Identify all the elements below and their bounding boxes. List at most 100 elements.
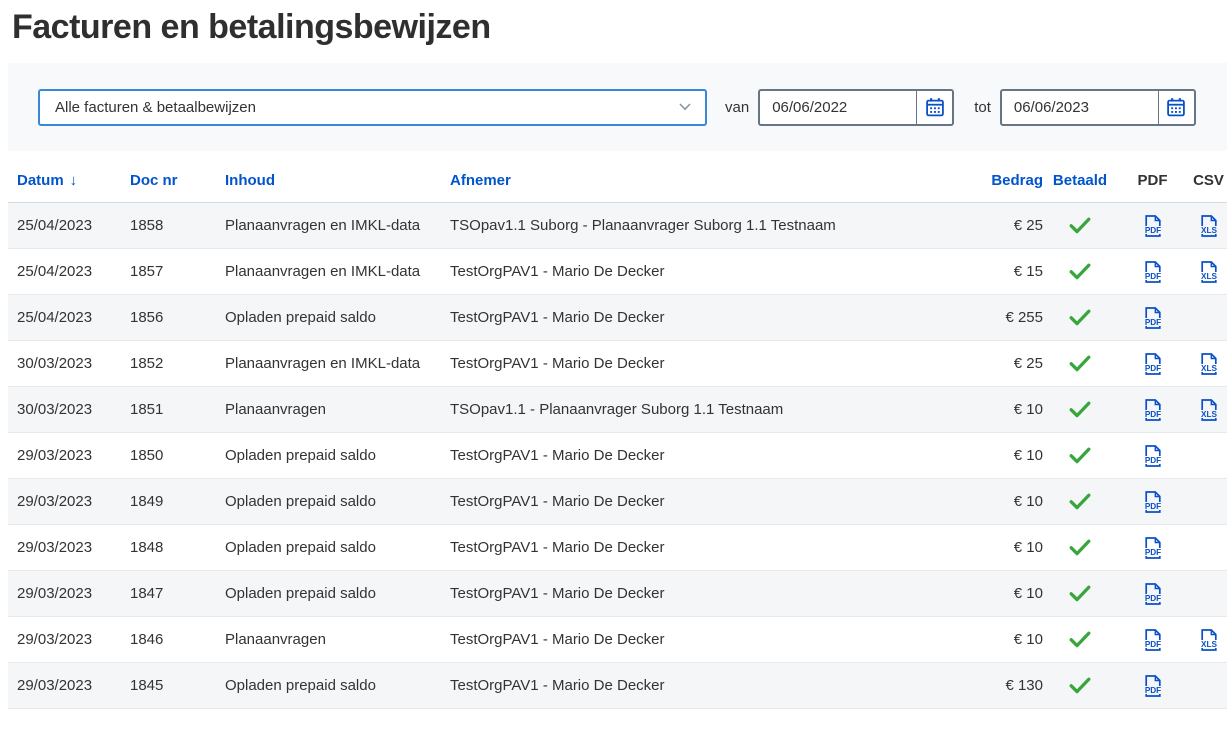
svg-text:XLS: XLS [1201,364,1217,373]
table-row: 29/03/2023 1847 Opladen prepaid saldo Te… [8,571,1227,617]
cell-doc-nr: 1857 [130,263,225,280]
svg-text:XLS: XLS [1201,640,1217,649]
check-icon [1069,493,1091,510]
cell-datum: 25/04/2023 [8,263,130,280]
table-row: 29/03/2023 1845 Opladen prepaid saldo Te… [8,663,1227,709]
cell-inhoud: Planaanvragen [225,401,450,418]
cell-afnemer: TestOrgPAV1 - Mario De Decker [450,309,990,326]
cell-doc-nr: 1852 [130,355,225,372]
cell-doc-nr: 1849 [130,493,225,510]
cell-csv: XLS [1190,445,1227,467]
cell-afnemer: TestOrgPAV1 - Mario De Decker [450,585,990,602]
cell-datum: 29/03/2023 [8,585,130,602]
svg-text:PDF: PDF [1144,318,1160,327]
check-icon [1069,539,1091,556]
table-row: 25/04/2023 1857 Planaanvragen en IMKL-da… [8,249,1227,295]
csv-download-button[interactable]: XLS [1199,399,1219,421]
pdf-download-button[interactable]: PDF [1143,353,1163,375]
cell-bedrag: € 25 [990,217,1045,234]
column-header-inhoud[interactable]: Inhoud [225,172,450,189]
xls-file-icon: XLS [1199,215,1219,237]
cell-pdf: PDF [1115,261,1190,283]
date-from-calendar-button[interactable] [916,91,952,124]
cell-datum: 25/04/2023 [8,217,130,234]
pdf-download-button[interactable]: PDF [1143,537,1163,559]
cell-csv: XLS [1190,583,1227,605]
pdf-download-button[interactable]: PDF [1143,583,1163,605]
cell-pdf: PDF [1115,491,1190,513]
cell-csv: XLS [1190,629,1227,651]
cell-pdf: PDF [1115,629,1190,651]
cell-bedrag: € 25 [990,355,1045,372]
pdf-download-button[interactable]: PDF [1143,215,1163,237]
cell-pdf: PDF [1115,445,1190,467]
date-to-input[interactable] [1002,91,1158,124]
cell-doc-nr: 1845 [130,677,225,694]
cell-inhoud: Opladen prepaid saldo [225,539,450,556]
cell-bedrag: € 15 [990,263,1045,280]
pdf-download-button[interactable]: PDF [1143,491,1163,513]
cell-afnemer: TSOpav1.1 - Planaanvrager Suborg 1.1 Tes… [450,401,990,418]
table-row: 29/03/2023 1846 Planaanvragen TestOrgPAV… [8,617,1227,663]
pdf-download-button[interactable]: PDF [1143,261,1163,283]
column-header-betaald[interactable]: Betaald [1045,172,1115,189]
cell-bedrag: € 255 [990,309,1045,326]
pdf-download-button[interactable]: PDF [1143,629,1163,651]
cell-inhoud: Planaanvragen en IMKL-data [225,355,450,372]
column-header-bedrag[interactable]: Bedrag [990,172,1045,189]
pdf-file-icon: PDF [1143,583,1163,605]
cell-bedrag: € 10 [990,493,1045,510]
csv-download-button[interactable]: XLS [1199,261,1219,283]
date-to-label: tot [974,99,991,116]
date-from-input[interactable] [760,91,916,124]
svg-text:XLS: XLS [1201,410,1217,419]
csv-download-button[interactable]: XLS [1199,629,1219,651]
pdf-download-button[interactable]: PDF [1143,399,1163,421]
table-row: 30/03/2023 1852 Planaanvragen en IMKL-da… [8,341,1227,387]
csv-download-button[interactable]: XLS [1199,215,1219,237]
date-from-group [758,89,954,126]
cell-afnemer: TestOrgPAV1 - Mario De Decker [450,263,990,280]
check-icon [1069,447,1091,464]
cell-csv: XLS [1190,353,1227,375]
cell-inhoud: Opladen prepaid saldo [225,585,450,602]
pdf-download-button[interactable]: PDF [1143,307,1163,329]
cell-afnemer: TestOrgPAV1 - Mario De Decker [450,493,990,510]
column-header-pdf: PDF [1115,172,1190,189]
table-row: 29/03/2023 1850 Opladen prepaid saldo Te… [8,433,1227,479]
pdf-download-button[interactable]: PDF [1143,445,1163,467]
cell-pdf: PDF [1115,537,1190,559]
cell-pdf: PDF [1115,583,1190,605]
cell-doc-nr: 1858 [130,217,225,234]
cell-doc-nr: 1850 [130,447,225,464]
pdf-file-icon: PDF [1143,353,1163,375]
table-row: 29/03/2023 1849 Opladen prepaid saldo Te… [8,479,1227,525]
date-to-group [1000,89,1196,126]
cell-bedrag: € 10 [990,585,1045,602]
cell-doc-nr: 1848 [130,539,225,556]
svg-text:PDF: PDF [1144,456,1160,465]
cell-bedrag: € 10 [990,539,1045,556]
pdf-download-button[interactable]: PDF [1143,675,1163,697]
column-header-afnemer[interactable]: Afnemer [450,172,990,189]
cell-datum: 25/04/2023 [8,309,130,326]
page-title: Facturen en betalingsbewijzen [12,8,1231,47]
pdf-file-icon: PDF [1143,537,1163,559]
check-icon [1069,631,1091,648]
cell-betaald [1045,309,1115,326]
column-header-doc-nr[interactable]: Doc nr [130,172,225,189]
cell-betaald [1045,217,1115,234]
column-header-datum[interactable]: Datum↓ [8,172,130,189]
cell-betaald [1045,539,1115,556]
svg-text:PDF: PDF [1144,594,1160,603]
cell-doc-nr: 1846 [130,631,225,648]
svg-text:PDF: PDF [1144,640,1160,649]
table-row: 30/03/2023 1851 Planaanvragen TSOpav1.1 … [8,387,1227,433]
pdf-file-icon: PDF [1143,215,1163,237]
csv-download-button[interactable]: XLS [1199,353,1219,375]
invoice-type-select[interactable]: Alle facturen & betaalbewijzen [38,89,707,126]
date-to-calendar-button[interactable] [1158,91,1194,124]
cell-inhoud: Opladen prepaid saldo [225,493,450,510]
cell-inhoud: Opladen prepaid saldo [225,447,450,464]
cell-inhoud: Opladen prepaid saldo [225,677,450,694]
